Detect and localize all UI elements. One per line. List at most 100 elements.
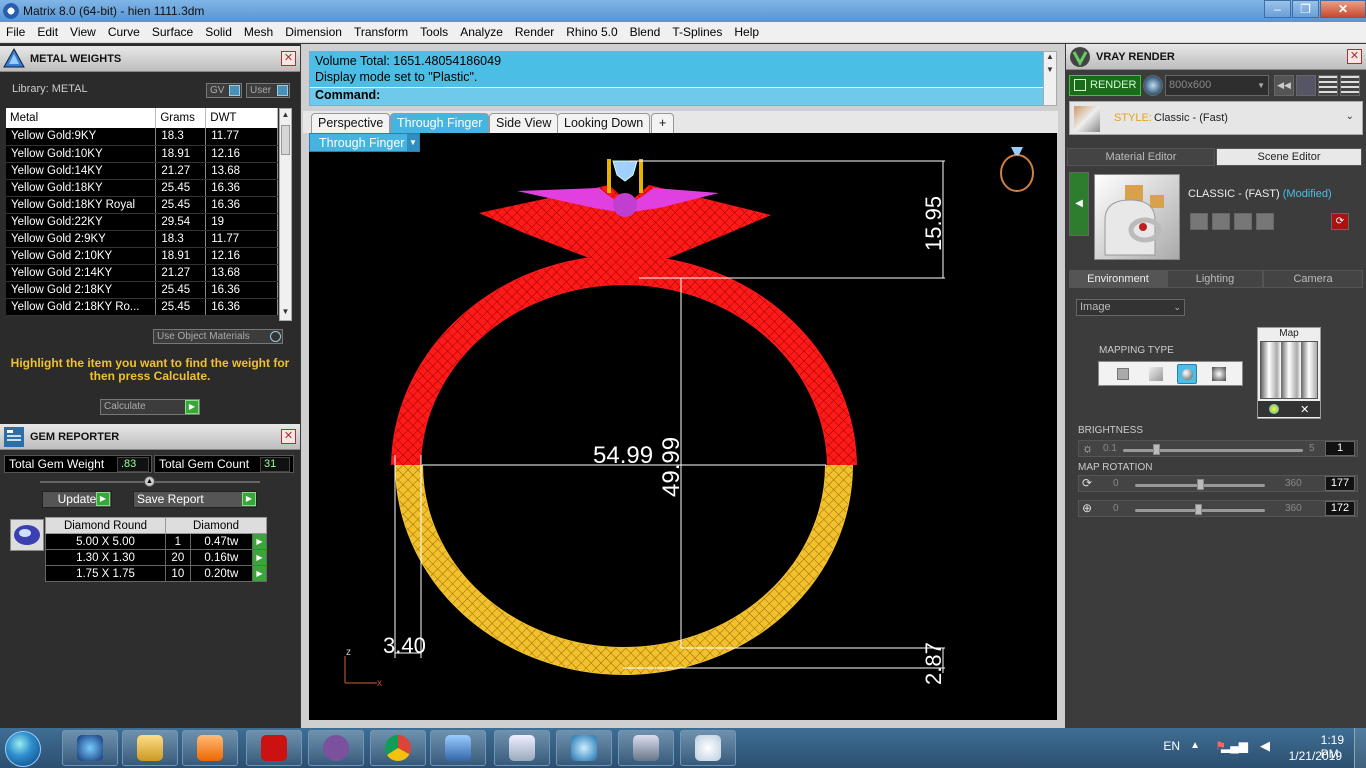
mapping-screen-icon[interactable]	[1212, 367, 1226, 381]
list-view-icon[interactable]	[1318, 75, 1338, 96]
mapping-box-icon[interactable]	[1149, 367, 1163, 381]
table-row[interactable]: Yellow Gold 2:10KY 18.91 12.16	[6, 247, 278, 265]
divider-grip-icon[interactable]: ▲	[144, 476, 155, 487]
collapse-presets-icon[interactable]: ◀	[1069, 172, 1089, 236]
table-row[interactable]: Yellow Gold:18KY Royal 25.45 16.36	[6, 196, 278, 214]
table-row[interactable]: Yellow Gold:9KY 18.3 11.77	[6, 128, 278, 146]
table-row[interactable]: Yellow Gold:18KY 25.45 16.36	[6, 179, 278, 197]
resolution-select[interactable]: 800x600 ▼	[1165, 75, 1269, 96]
taskbar-chrome[interactable]	[370, 730, 426, 766]
table-row[interactable]: 1.30 X 1.30 20 0.16tw ▶	[45, 549, 267, 566]
table-row[interactable]: Yellow Gold 2:18KY Ro... 25.45 16.36	[6, 298, 278, 316]
table-row[interactable]: Yellow Gold:14KY 21.27 13.68	[6, 162, 278, 180]
viewport-canvas[interactable]: 15.95 54.99 49.99 3.40 2.87 z x	[309, 133, 1057, 720]
network-icon[interactable]: ▂▄▆	[1221, 739, 1248, 753]
table-row[interactable]: Yellow Gold:22KY 29.54 19	[6, 213, 278, 231]
save-as-preset-icon[interactable]	[1212, 213, 1230, 230]
use-object-materials-toggle[interactable]: Use Object Materials	[153, 329, 283, 344]
grams-col-header[interactable]: Grams	[155, 108, 207, 128]
menu-curve[interactable]: Curve	[102, 25, 146, 39]
tab-looking-down[interactable]: Looking Down	[557, 113, 651, 133]
menu-tsplines[interactable]: T-Splines	[666, 25, 728, 39]
show-desktop-button[interactable]	[1354, 728, 1366, 768]
cmd-scroll-up-icon[interactable]: ▲	[1044, 52, 1056, 61]
metal-col-header[interactable]: Metal	[6, 108, 157, 128]
calculate-play-icon[interactable]: ▶	[185, 400, 199, 414]
taskbar-media[interactable]	[182, 730, 238, 766]
cmd-scroll-down-icon[interactable]: ▼	[1044, 65, 1056, 74]
close-metal-panel-icon[interactable]: ✕	[281, 51, 296, 66]
taskbar-paint[interactable]	[680, 730, 736, 766]
show-hidden-icons-icon[interactable]: ▲	[1190, 740, 1200, 751]
save-report-button[interactable]: Save Report	[133, 491, 257, 508]
taskbar-viber[interactable]	[308, 730, 364, 766]
diamond-thumbnail[interactable]	[10, 519, 44, 551]
map-preview[interactable]: Map ✕	[1257, 327, 1321, 419]
tab-side-view[interactable]: Side View	[489, 113, 559, 133]
menu-surface[interactable]: Surface	[146, 25, 199, 39]
clock-date[interactable]: 1/21/2019	[1289, 749, 1342, 763]
menu-analyze[interactable]: Analyze	[454, 25, 509, 39]
tab-scene-editor[interactable]: Scene Editor	[1216, 148, 1362, 166]
save-report-play-icon[interactable]: ▶	[242, 492, 256, 506]
render-options-icon[interactable]	[1143, 75, 1163, 96]
taskbar-photos[interactable]	[430, 730, 486, 766]
start-button[interactable]	[5, 731, 41, 767]
scroll-up-arrow-icon[interactable]: ▲	[280, 110, 291, 122]
rotation-v-knob[interactable]	[1195, 504, 1202, 515]
menu-tools[interactable]: Tools	[414, 25, 454, 39]
gem-row-select-icon[interactable]: ▶	[252, 533, 267, 550]
viewport-view-dropdown[interactable]: Through Finger ▼	[309, 133, 420, 152]
menu-edit[interactable]: Edit	[31, 25, 64, 39]
brightness-knob[interactable]	[1153, 444, 1160, 455]
metal-table-scrollbar[interactable]: ▲ ▼	[279, 108, 292, 321]
table-row[interactable]: Yellow Gold 2:14KY 21.27 13.68	[6, 264, 278, 282]
table-row[interactable]: Yellow Gold 2:9KY 18.3 11.77	[6, 230, 278, 248]
menu-rhino[interactable]: Rhino 5.0	[560, 25, 623, 39]
taskbar-explorer[interactable]	[122, 730, 178, 766]
update-play-icon[interactable]: ▶	[96, 492, 110, 506]
volume-icon[interactable]: ◀	[1260, 738, 1270, 754]
tab-perspective[interactable]: Perspective	[311, 113, 391, 133]
taskbar-garena[interactable]	[246, 730, 302, 766]
close-button[interactable]: ✕	[1320, 0, 1366, 18]
scroll-down-arrow-icon[interactable]: ▼	[280, 307, 291, 319]
minimize-button[interactable]: –	[1264, 0, 1291, 18]
map-remove-icon[interactable]: ✕	[1300, 403, 1309, 416]
menu-view[interactable]: View	[64, 25, 102, 39]
frame-buffer-icon[interactable]	[1296, 75, 1316, 96]
rotation-h-knob[interactable]	[1197, 479, 1204, 490]
maximize-button[interactable]: ❐	[1292, 0, 1319, 18]
tab-through-finger[interactable]: Through Finger	[390, 113, 490, 133]
menu-help[interactable]: Help	[728, 25, 765, 39]
taskbar-notes[interactable]	[494, 730, 550, 766]
map-edit-icon[interactable]	[1268, 404, 1279, 414]
dwt-col-header[interactable]: DWT	[205, 108, 278, 128]
render-button[interactable]: RENDER	[1069, 75, 1141, 96]
close-gem-panel-icon[interactable]: ✕	[281, 429, 296, 444]
table-row[interactable]: Yellow Gold 2:18KY 25.45 16.36	[6, 281, 278, 299]
tab-environment[interactable]: Environment	[1069, 270, 1167, 288]
command-input[interactable]: Command:	[310, 87, 1044, 105]
close-vray-panel-icon[interactable]: ✕	[1347, 49, 1362, 64]
table-row[interactable]: 1.75 X 1.75 10 0.20tw ▶	[45, 565, 267, 582]
taskbar-matrix[interactable]	[556, 730, 612, 766]
menu-solid[interactable]: Solid	[199, 25, 238, 39]
rotation-v-value[interactable]: 172	[1325, 501, 1355, 516]
menu-file[interactable]: File	[0, 25, 31, 39]
scroll-thumb[interactable]	[281, 125, 290, 155]
language-indicator[interactable]: EN	[1163, 739, 1180, 753]
brightness-track[interactable]	[1123, 449, 1303, 452]
tab-material-editor[interactable]: Material Editor	[1067, 148, 1215, 166]
style-selector[interactable]: STYLE: Classic - (Fast) ⌄	[1069, 101, 1363, 135]
brightness-value[interactable]: 1	[1325, 441, 1355, 456]
user-toggle[interactable]: User	[246, 83, 290, 98]
rotation-h-value[interactable]: 177	[1325, 476, 1355, 491]
command-scrollbar[interactable]: ▲ ▼	[1043, 51, 1057, 106]
gem-row-select-icon[interactable]: ▶	[252, 549, 267, 566]
add-tab-icon[interactable]: +	[651, 113, 675, 133]
mapping-planar-icon[interactable]	[1117, 368, 1129, 380]
environment-type-select[interactable]: Image ⌄	[1076, 299, 1185, 316]
menu-mesh[interactable]: Mesh	[238, 25, 279, 39]
tab-camera[interactable]: Camera	[1263, 270, 1363, 288]
